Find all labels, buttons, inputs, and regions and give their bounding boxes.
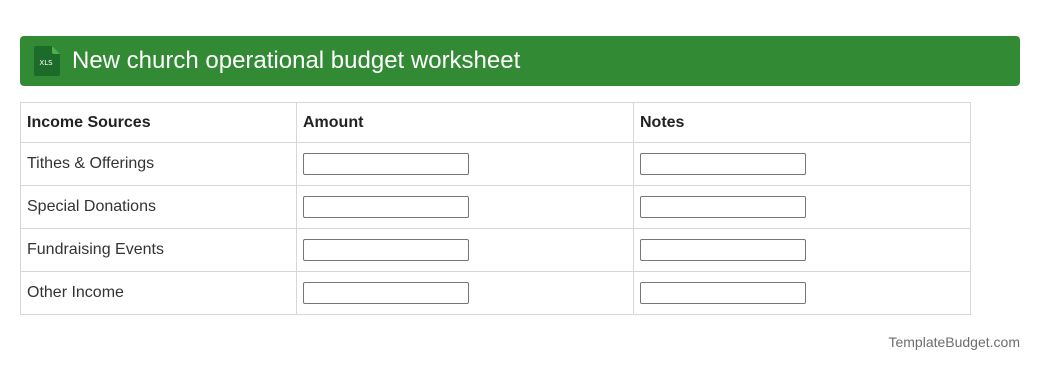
column-header-amount: Amount [296, 102, 634, 143]
amount-cell [296, 142, 634, 186]
table-header-row: Income Sources Amount Notes [20, 102, 971, 143]
notes-cell [633, 271, 971, 315]
page-header-banner: XLS New church operational budget worksh… [20, 36, 1020, 86]
income-budget-table: Income Sources Amount Notes Tithes & Off… [20, 102, 971, 315]
notes-cell [633, 185, 971, 229]
amount-input[interactable] [303, 282, 469, 304]
notes-input[interactable] [640, 196, 806, 218]
table-row: Special Donations [20, 185, 971, 229]
notes-input[interactable] [640, 239, 806, 261]
income-source-label: Fundraising Events [20, 228, 297, 272]
notes-cell [633, 228, 971, 272]
column-header-income-sources: Income Sources [20, 102, 297, 143]
xls-file-icon: XLS [34, 46, 60, 76]
income-source-label: Special Donations [20, 185, 297, 229]
amount-cell [296, 228, 634, 272]
column-header-notes: Notes [633, 102, 971, 143]
income-source-label: Tithes & Offerings [20, 142, 297, 186]
table-row: Tithes & Offerings [20, 142, 971, 186]
footer-brand-link[interactable]: TemplateBudget.com [888, 334, 1020, 350]
amount-input[interactable] [303, 153, 469, 175]
amount-cell [296, 271, 634, 315]
page-title: New church operational budget worksheet [72, 47, 521, 74]
amount-cell [296, 185, 634, 229]
notes-input[interactable] [640, 153, 806, 175]
xls-icon-label: XLS [39, 59, 53, 67]
amount-input[interactable] [303, 239, 469, 261]
notes-cell [633, 142, 971, 186]
table-row: Other Income [20, 271, 971, 315]
amount-input[interactable] [303, 196, 469, 218]
income-source-label: Other Income [20, 271, 297, 315]
table-row: Fundraising Events [20, 228, 971, 272]
notes-input[interactable] [640, 282, 806, 304]
